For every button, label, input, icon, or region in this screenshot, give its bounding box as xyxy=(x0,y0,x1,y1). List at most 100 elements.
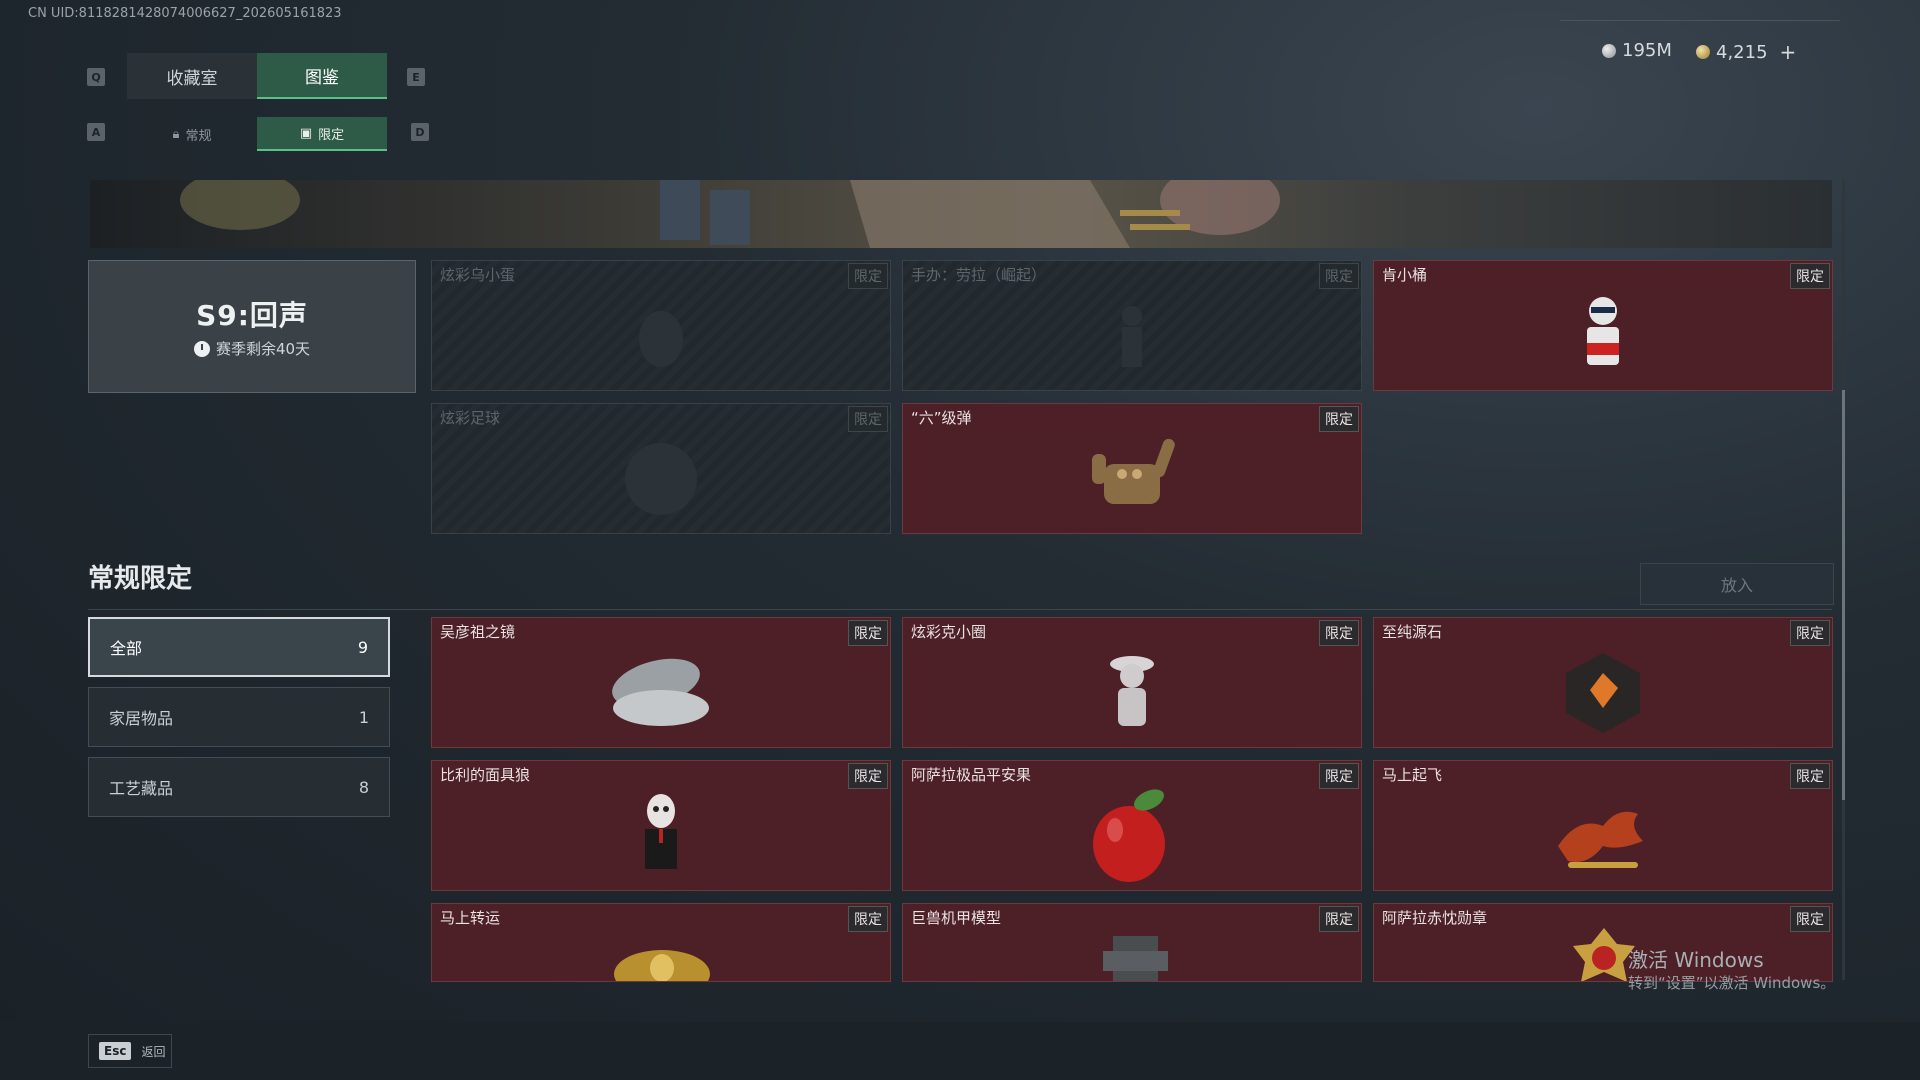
mech-model-icon xyxy=(1103,936,1168,981)
collectible-card[interactable]: 吴彦祖之镜 限定 xyxy=(431,617,891,748)
lock-icon: 🔒︎ xyxy=(172,126,180,142)
golden-wheel-icon xyxy=(614,950,710,981)
card-name: 手办：劳拉（崛起） xyxy=(911,266,1047,284)
filter-count: 8 xyxy=(358,777,369,797)
season-banner-image xyxy=(90,180,1832,248)
filter-home-items[interactable]: 家居物品 1 xyxy=(88,687,390,747)
egg-icon xyxy=(639,310,683,367)
back-label: 返回 xyxy=(141,1044,166,1059)
filter-label: 家居物品 xyxy=(109,709,174,728)
limited-badge: 限定 xyxy=(1319,263,1359,289)
subtab-limited-label: 限定 xyxy=(318,127,345,143)
card-name: 炫彩足球 xyxy=(440,409,501,427)
card-name: “六”级弹 xyxy=(911,409,972,427)
subtab-regular-label: 常规 xyxy=(185,128,212,144)
card-name: 阿萨拉赤忱勋章 xyxy=(1382,909,1488,927)
season-remaining-text: 赛季剩余40天 xyxy=(215,340,311,358)
limited-badge: 限定 xyxy=(1319,763,1359,789)
filter-label: 工艺藏品 xyxy=(109,779,174,798)
card-name: 阿萨拉极品平安果 xyxy=(911,766,1032,784)
limited-badge: 限定 xyxy=(1319,906,1359,932)
clock-icon xyxy=(193,340,210,357)
collectible-card[interactable]: 至纯源石 限定 xyxy=(1373,617,1833,748)
shaka-hand-icon xyxy=(1092,438,1175,504)
card-name: 马上起飞 xyxy=(1382,766,1443,784)
flying-horse-icon xyxy=(1558,811,1643,868)
collectible-card[interactable]: 炫彩克小圈 限定 xyxy=(902,617,1362,748)
key-hint-a: A xyxy=(87,123,105,141)
collectible-card[interactable]: “六”级弹 限定 xyxy=(902,403,1362,534)
esc-key-hint: Esc xyxy=(99,1042,132,1060)
apple-icon xyxy=(1093,789,1165,882)
limited-badge: 限定 xyxy=(848,620,888,646)
gold-coin-icon xyxy=(1696,45,1710,59)
collectible-card[interactable]: 阿萨拉赤忱勋章 限定 xyxy=(1373,903,1833,982)
card-name: 巨兽机甲模型 xyxy=(911,909,1002,927)
silver-coin-icon xyxy=(1602,43,1616,58)
season-title: S9:回声 xyxy=(196,299,308,332)
card-name: 马上转运 xyxy=(440,909,501,927)
mirror-icon xyxy=(612,658,709,726)
key-hint-d: D xyxy=(411,123,429,141)
collectible-card[interactable]: 马上起飞 限定 xyxy=(1373,760,1833,891)
gold-currency: 4,215 + xyxy=(1696,40,1796,64)
collectible-card[interactable]: 马上转运 限定 xyxy=(431,903,891,982)
card-name: 炫彩乌小蛋 xyxy=(440,266,516,284)
limited-badge: 限定 xyxy=(848,263,888,289)
gold-amount: 4,215 xyxy=(1716,41,1768,63)
collectible-card-locked[interactable]: 炫彩乌小蛋 限定 xyxy=(431,260,891,391)
filter-label: 全部 xyxy=(110,639,143,658)
back-button[interactable]: Esc 返回 xyxy=(88,1034,172,1068)
source-stone-icon xyxy=(1566,652,1640,733)
limited-badge: 限定 xyxy=(848,906,888,932)
figure-icon xyxy=(1122,305,1142,367)
subtab-regular[interactable]: 🔒︎ 常规 xyxy=(127,117,257,151)
silver-amount: 195M xyxy=(1622,40,1672,61)
filter-count: 9 xyxy=(357,637,368,657)
collectible-card-locked[interactable]: 炫彩足球 限定 xyxy=(431,403,891,534)
key-hint-e: E xyxy=(407,68,425,86)
section-divider xyxy=(88,609,1832,610)
top-divider xyxy=(1560,20,1840,21)
banner-artwork xyxy=(180,180,1280,248)
uid-label: CN UID:8118281428074006627_202605161823 xyxy=(28,6,342,21)
image-icon: ▣ xyxy=(299,125,313,141)
bottom-bar xyxy=(0,1022,1920,1080)
subtab-limited[interactable]: ▣ 限定 xyxy=(257,117,387,151)
limited-badge: 限定 xyxy=(1790,763,1830,789)
limited-badge: 限定 xyxy=(1790,263,1830,289)
limited-badge: 限定 xyxy=(1319,406,1359,432)
collectible-card[interactable]: 阿萨拉极品平安果 限定 xyxy=(902,760,1362,891)
collectible-card[interactable]: 比利的面具狼 限定 xyxy=(431,760,891,891)
add-currency-button[interactable]: + xyxy=(1780,40,1797,64)
filter-all[interactable]: 全部 9 xyxy=(88,617,390,677)
collectible-card-locked[interactable]: 手办：劳拉（崛起） 限定 xyxy=(902,260,1362,391)
card-name: 至纯源石 xyxy=(1382,623,1443,641)
season-remaining: 赛季剩余40天 xyxy=(193,338,311,359)
figurine-icon xyxy=(1110,655,1154,726)
silver-currency: 195M xyxy=(1602,40,1672,61)
key-hint-q: Q xyxy=(87,68,105,86)
limited-badge: 限定 xyxy=(1319,620,1359,646)
collectible-card[interactable]: 巨兽机甲模型 限定 xyxy=(902,903,1362,982)
windows-activation-watermark: 激活 Windows xyxy=(1628,948,1764,972)
collectible-card[interactable]: 肯小桶 限定 xyxy=(1373,260,1833,391)
card-name: 炫彩克小圈 xyxy=(911,623,987,641)
section-title: 常规限定 xyxy=(88,564,193,594)
season-info: S9:回声 赛季剩余40天 xyxy=(88,260,416,393)
windows-activation-hint: 转到“设置”以激活 Windows。 xyxy=(1628,974,1836,992)
puppet-icon xyxy=(645,793,677,869)
limited-badge: 限定 xyxy=(848,763,888,789)
card-name: 比利的面具狼 xyxy=(440,766,531,784)
tab-collection-room[interactable]: 收藏室 xyxy=(127,53,257,99)
limited-badge: 限定 xyxy=(1790,620,1830,646)
card-name: 吴彦祖之镜 xyxy=(440,623,516,641)
football-icon xyxy=(625,442,697,515)
limited-badge: 限定 xyxy=(1790,906,1830,932)
card-name: 肯小桶 xyxy=(1382,266,1428,284)
scrollbar-thumb[interactable] xyxy=(1842,390,1845,800)
filter-craft-items[interactable]: 工艺藏品 8 xyxy=(88,757,390,817)
tab-codex[interactable]: 图鉴 xyxy=(257,53,387,99)
put-in-button[interactable]: 放入 xyxy=(1640,563,1834,605)
bucket-figure-icon xyxy=(1587,296,1619,365)
